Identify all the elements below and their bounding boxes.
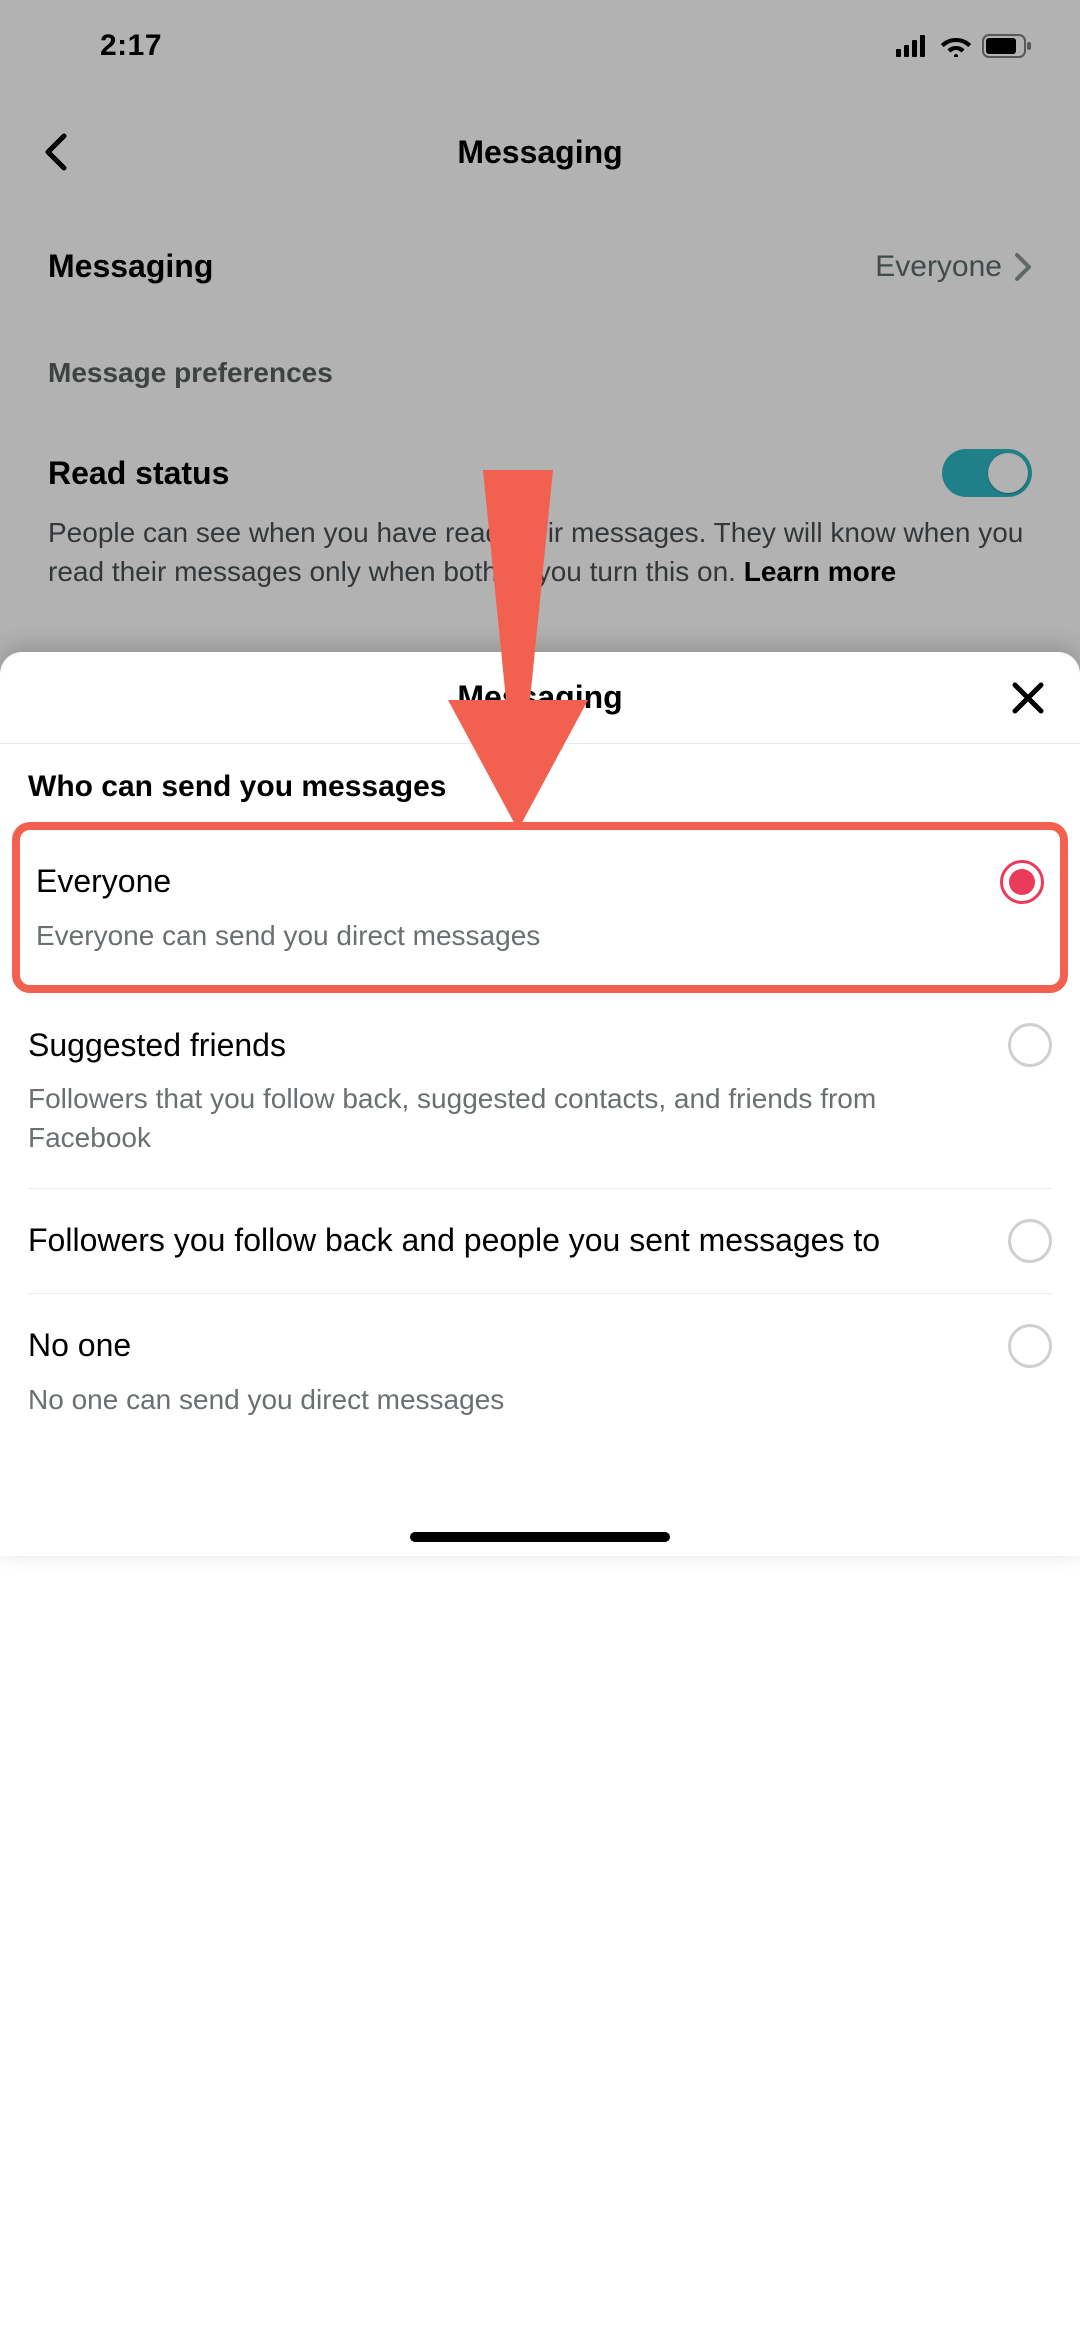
- radio-unselected-icon[interactable]: [1008, 1324, 1052, 1368]
- status-icons: [896, 34, 1032, 58]
- page-title: Messaging: [457, 134, 622, 171]
- messaging-option[interactable]: Everyone Everyone can send you direct mes…: [12, 822, 1068, 993]
- close-icon: [1010, 680, 1046, 716]
- chevron-right-icon: [1014, 252, 1032, 282]
- option-title: Everyone: [36, 860, 195, 903]
- messaging-setting-label: Messaging: [48, 248, 213, 285]
- read-status-label: Read status: [48, 455, 229, 492]
- messaging-setting-row[interactable]: Messaging Everyone: [24, 212, 1056, 321]
- phone-screenshot: 2:17 Messaging Messaging Everyone Messag…: [0, 0, 1080, 1556]
- radio-unselected-icon[interactable]: [1008, 1219, 1052, 1263]
- messaging-option[interactable]: No one No one can send you direct message…: [28, 1294, 1052, 1449]
- close-button[interactable]: [1000, 670, 1056, 726]
- preferences-heading: Message preferences: [24, 357, 1056, 413]
- read-status-description: People can see when you have read their …: [48, 513, 1032, 591]
- option-title: Suggested friends: [28, 1024, 310, 1067]
- home-indicator: [410, 1532, 670, 1542]
- option-description: Followers that you follow back, suggeste…: [28, 1079, 1052, 1157]
- sheet-title: Messaging: [457, 679, 622, 716]
- status-time: 2:17: [100, 29, 162, 63]
- read-status-toggle[interactable]: [942, 449, 1032, 497]
- learn-more-link[interactable]: Learn more: [744, 556, 897, 587]
- option-title: Followers you follow back and people you…: [28, 1219, 904, 1262]
- messaging-option[interactable]: Suggested friends Followers that you foll…: [28, 993, 1052, 1188]
- back-button[interactable]: [24, 120, 88, 184]
- cellular-signal-icon: [896, 35, 930, 57]
- nav-header: Messaging: [0, 92, 1080, 212]
- option-title: No one: [28, 1324, 155, 1367]
- messaging-sheet: Messaging Who can send you messages Ever…: [0, 652, 1080, 1556]
- sheet-body: Who can send you messages EveryoneEveryo…: [0, 744, 1080, 1556]
- option-description: No one can send you direct messages: [28, 1380, 1052, 1419]
- sheet-header: Messaging: [0, 652, 1080, 744]
- chevron-left-icon: [42, 132, 70, 172]
- messaging-option[interactable]: Followers you follow back and people you…: [28, 1189, 1052, 1294]
- sheet-subheading: Who can send you messages: [28, 770, 1052, 804]
- radio-unselected-icon[interactable]: [1008, 1023, 1052, 1067]
- messaging-setting-value: Everyone: [875, 250, 1002, 284]
- radio-selected-icon[interactable]: [1000, 860, 1044, 904]
- read-status-card: Read status People can see when you have…: [24, 413, 1056, 627]
- settings-section: Messaging Everyone Message preferences R…: [0, 212, 1080, 627]
- options-list: Everyone Everyone can send you direct mes…: [28, 822, 1052, 1449]
- status-bar: 2:17: [0, 0, 1080, 92]
- wifi-icon: [940, 35, 972, 57]
- option-description: Everyone can send you direct messages: [36, 916, 1044, 955]
- battery-icon: [982, 34, 1032, 58]
